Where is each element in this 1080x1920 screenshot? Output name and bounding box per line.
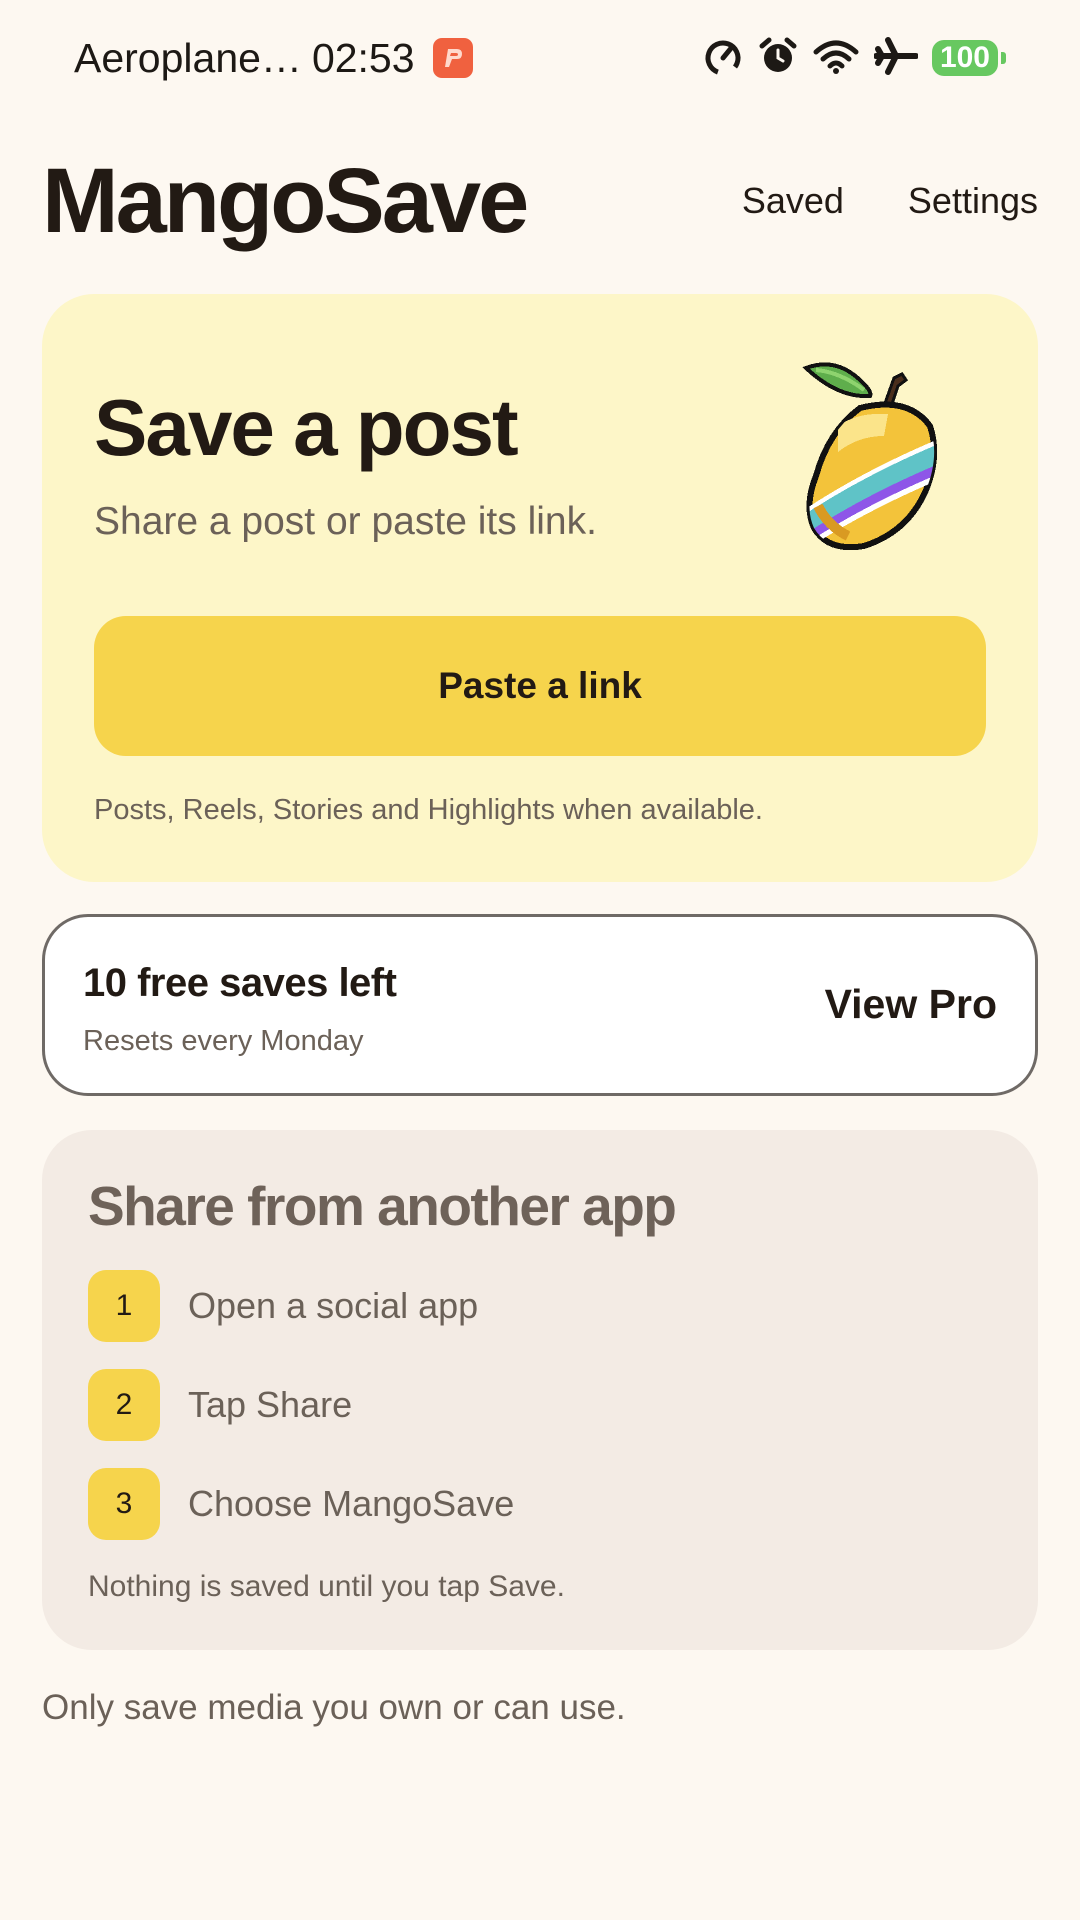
free-saves-count: 10 free saves left xyxy=(83,961,397,1005)
saves-reset-note: Resets every Monday xyxy=(83,1025,364,1057)
step-text: Choose MangoSave xyxy=(188,1483,515,1524)
speedometer-icon xyxy=(702,36,744,81)
step-text: Open a social app xyxy=(188,1285,479,1326)
alarm-icon xyxy=(758,36,798,81)
app-notification-icon xyxy=(432,38,473,78)
view-pro-button[interactable]: View Pro xyxy=(825,981,997,1028)
settings-link[interactable]: Settings xyxy=(908,180,1038,222)
save-post-title: Save a post xyxy=(94,383,519,472)
paste-link-button[interactable]: Paste a link xyxy=(94,616,986,756)
clock: 02:53 xyxy=(311,34,415,81)
step-number-badge: 1 xyxy=(88,1270,160,1342)
share-instructions-card: Share from another app 1 Open a social a… xyxy=(42,1130,1038,1650)
step-number-badge: 2 xyxy=(88,1369,160,1441)
status-right: 100 xyxy=(702,36,1006,81)
step-number-badge: 3 xyxy=(88,1468,160,1540)
app-title: MangoSave xyxy=(42,149,529,252)
airplane-icon xyxy=(872,36,919,81)
supported-content-note: Posts, Reels, Stories and Highlights whe… xyxy=(94,794,763,826)
header-nav: Saved Settings xyxy=(742,180,1038,222)
carrier-label: Aeroplane… xyxy=(74,34,302,81)
app-header: MangoSave Saved Settings xyxy=(42,146,1038,256)
step-item: 3 Choose MangoSave xyxy=(88,1468,514,1540)
free-saves-card[interactable]: 10 free saves left Resets every Monday V… xyxy=(42,914,1038,1096)
step-text: Tap Share xyxy=(188,1384,353,1425)
step-item: 1 Open a social app xyxy=(88,1270,478,1342)
share-instructions-title: Share from another app xyxy=(88,1175,677,1237)
step-item: 2 Tap Share xyxy=(88,1369,352,1441)
save-post-card: Save a post Share a post or paste its li… xyxy=(42,294,1038,882)
usage-disclaimer: Only save media you own or can use. xyxy=(42,1688,626,1727)
saved-link[interactable]: Saved xyxy=(742,180,844,222)
battery-tip xyxy=(1001,52,1006,64)
save-post-subtitle: Share a post or paste its link. xyxy=(94,500,597,543)
battery-level: 100 xyxy=(931,40,998,76)
mango-icon xyxy=(798,356,946,556)
battery-icon: 100 xyxy=(931,40,1006,76)
wifi-icon xyxy=(812,36,860,81)
status-left: Aeroplane… 02:53 xyxy=(74,35,473,82)
share-privacy-note: Nothing is saved until you tap Save. xyxy=(88,1570,565,1603)
status-bar: Aeroplane… 02:53 100 xyxy=(0,0,1080,116)
